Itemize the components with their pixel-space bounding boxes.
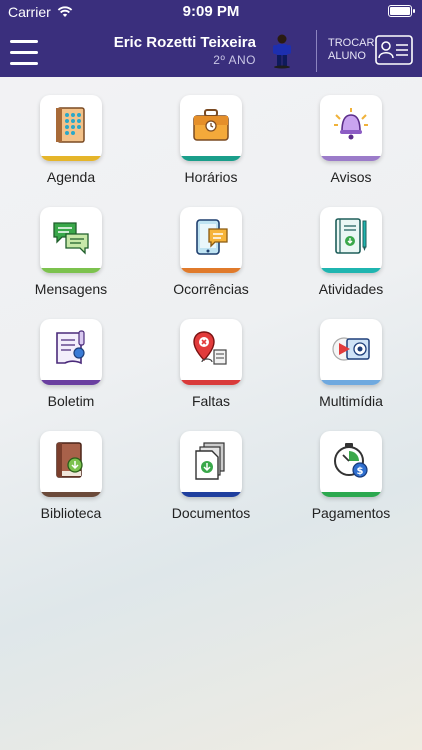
menu-item-avisos[interactable]: Avisos [286,95,416,200]
menu-item-avisos-bar [320,156,382,161]
switch-student-button[interactable]: TROCAR ALUNO [328,35,414,67]
menu-item-boletim[interactable]: Boletim [6,319,136,424]
menu-item-agenda-box [40,95,102,161]
menu-item-mensagens-bar [40,268,102,273]
switch-student-label-line1: TROCAR [328,37,375,49]
menu-item-horarios-bar [180,156,242,161]
menu-item-biblioteca-box [40,431,102,497]
menu-item-horarios[interactable]: Horários [146,95,276,200]
menu-item-multimidia[interactable]: Multimídia [286,319,416,424]
media-player-icon [332,337,370,361]
menu-item-atividades-label: Atividades [318,281,384,297]
menu-item-biblioteca-label: Biblioteca [40,505,102,521]
menu-item-biblioteca[interactable]: Biblioteca [6,431,136,536]
location-alert-icon [193,331,227,365]
menu-item-atividades[interactable]: Atividades [286,207,416,312]
menu-item-ocorrencias-label: Ocorrências [173,281,249,297]
switch-student-label: TROCAR ALUNO [328,37,374,63]
notebook-download-icon [335,218,367,254]
menu-item-pagamentos-bar [320,492,382,497]
menu-item-pagamentos-box: $ [320,431,382,497]
menu-item-ocorrencias-bar [180,268,242,273]
briefcase-icon [193,109,229,141]
menu-item-horarios-label: Horários [184,169,238,185]
menu-item-multimidia-bar [320,380,382,385]
menu-item-multimidia-label: Multimídia [319,393,383,409]
menu-item-atividades-box [320,207,382,273]
menu-item-pagamentos[interactable]: $ Pagamentos [286,431,416,536]
menu-item-mensagens-label: Mensagens [34,281,108,297]
calendar-icon [56,107,85,143]
bell-icon [334,108,368,140]
student-name: Eric Rozetti Teixeira [113,34,256,51]
mobile-message-icon [196,219,228,255]
menu-item-faltas-bar [180,380,242,385]
header-divider [316,30,317,72]
id-card-icon [375,35,413,65]
student-grade: 2º ANO [213,53,256,67]
menu-item-faltas-box [180,319,242,385]
menu-item-multimidia-box [320,319,382,385]
menu-item-documentos[interactable]: Documentos [146,431,276,536]
menu-item-agenda-bar [40,156,102,161]
menu-item-ocorrencias-box [180,207,242,273]
header-bar: Carrier 9:09 PM Eric Rozetti Teixeira 2º… [0,0,422,77]
payment-clock-icon: $ [334,443,368,478]
switch-student-label-line2: ALUNO [328,50,366,62]
status-time: 9:09 PM [182,3,240,20]
menu-item-boletim-label: Boletim [47,393,95,409]
student-info: Eric Rozetti Teixeira 2º ANO [114,34,256,67]
status-bar: Carrier 9:09 PM [0,0,422,22]
menu-item-atividades-bar [320,268,382,273]
menu-item-avisos-label: Avisos [330,169,372,185]
menu-item-documentos-bar [180,492,242,497]
battery-icon [388,5,415,17]
chat-bubbles-icon [53,222,89,255]
menu-item-biblioteca-bar [40,492,102,497]
hamburger-menu-button[interactable] [10,40,38,66]
book-download-icon [56,442,83,478]
menu-item-documentos-box [180,431,242,497]
documents-download-icon [195,442,225,480]
menu-item-pagamentos-label: Pagamentos [311,505,391,521]
menu-item-agenda-label: Agenda [46,169,96,185]
menu-item-avisos-box [320,95,382,161]
student-avatar [273,34,291,69]
menu-item-documentos-label: Documentos [171,505,251,521]
menu-item-ocorrencias[interactable]: Ocorrências [146,207,276,312]
menu-item-mensagens[interactable]: Mensagens [6,207,136,312]
menu-item-boletim-box [40,319,102,385]
menu-item-boletim-bar [40,380,102,385]
report-card-icon [56,330,85,365]
menu-item-faltas-label: Faltas [191,393,231,409]
menu-item-faltas[interactable]: Faltas [146,319,276,424]
menu-item-mensagens-box [40,207,102,273]
svg-text:$: $ [357,466,364,477]
menu-item-horarios-box [180,95,242,161]
menu-item-agenda[interactable]: Agenda [6,95,136,200]
